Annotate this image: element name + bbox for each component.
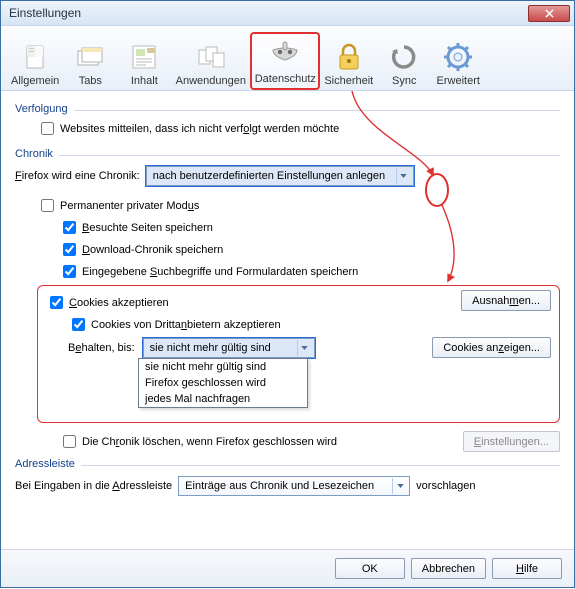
tab-label: Anwendungen xyxy=(176,75,246,87)
visited-pages-checkbox[interactable] xyxy=(63,221,76,234)
chevron-down-icon xyxy=(396,168,411,184)
sync-icon xyxy=(388,41,420,73)
close-icon xyxy=(545,9,554,18)
search-form-label: Eingegebene Suchbegriffe und Formulardat… xyxy=(82,266,358,278)
tab-label: Datenschutz xyxy=(255,73,316,85)
tab-privacy[interactable]: Datenschutz xyxy=(250,32,320,90)
download-history-checkbox[interactable] xyxy=(63,243,76,256)
permanent-private-checkbox[interactable] xyxy=(41,199,54,212)
clear-on-close-label: Die Chronik löschen, wenn Firefox geschl… xyxy=(82,436,337,448)
tab-advanced[interactable]: Erweitert xyxy=(431,32,485,90)
chevron-down-icon xyxy=(297,340,312,356)
exceptions-button[interactable]: Ausnahmen... xyxy=(461,290,551,311)
dnt-checkbox[interactable] xyxy=(41,122,54,135)
keep-option[interactable]: jedes Mal nachfragen xyxy=(139,391,307,407)
chevron-down-icon xyxy=(392,478,407,494)
addressbar-heading: Adressleiste xyxy=(15,458,560,470)
settings-dialog: Einstellungen Allgemein Tabs Inhalt xyxy=(0,0,575,588)
tab-general[interactable]: Allgemein xyxy=(7,32,63,90)
accept-cookies-checkbox[interactable] xyxy=(50,296,63,309)
clear-on-close-checkbox[interactable] xyxy=(63,435,76,448)
chronicle-mode-select[interactable]: nach benutzerdefinierten Einstellungen a… xyxy=(146,166,414,186)
tracking-heading: Verfolgung xyxy=(15,103,560,115)
security-icon xyxy=(333,41,365,73)
tab-content[interactable]: Inhalt xyxy=(117,32,171,90)
window-title: Einstellungen xyxy=(9,6,528,20)
keep-until-select[interactable]: sie nicht mehr gültig sind xyxy=(143,338,315,358)
thirdparty-cookies-checkbox[interactable] xyxy=(72,318,85,331)
keep-until-dropdown: sie nicht mehr gültig sind Firefox gesch… xyxy=(138,358,308,408)
keep-option[interactable]: sie nicht mehr gültig sind xyxy=(139,359,307,375)
thirdparty-cookies-label: Cookies von Drittanbietern akzeptieren xyxy=(91,319,281,331)
addressbar-suffix: vorschlagen xyxy=(416,480,475,492)
chronicle-mode-label: Firefox wird eine Chronik: xyxy=(15,170,140,182)
privacy-icon xyxy=(269,39,301,71)
tab-label: Tabs xyxy=(79,75,102,87)
cookies-section: Cookies akzeptieren Cookies von Drittanb… xyxy=(37,285,560,423)
addressbar-group: Adressleiste Bei Eingaben in die Adressl… xyxy=(15,458,560,496)
content-icon xyxy=(128,41,160,73)
advanced-icon xyxy=(442,41,474,73)
keep-until-label: Behalten, bis: xyxy=(68,342,135,354)
tab-label: Sicherheit xyxy=(324,75,373,87)
addressbar-select[interactable]: Einträge aus Chronik und Lesezeichen xyxy=(178,476,410,496)
cancel-button[interactable]: Abbrechen xyxy=(411,558,486,579)
tabs-icon xyxy=(74,41,106,73)
tab-label: Allgemein xyxy=(11,75,59,87)
tab-label: Inhalt xyxy=(131,75,158,87)
tab-label: Erweitert xyxy=(437,75,480,87)
addressbar-select-value: Einträge aus Chronik und Lesezeichen xyxy=(185,480,378,492)
chronicle-mode-value: nach benutzerdefinierten Einstellungen a… xyxy=(153,170,389,182)
tab-sync[interactable]: Sync xyxy=(377,32,431,90)
general-icon xyxy=(19,41,51,73)
keep-option[interactable]: Firefox geschlossen wird xyxy=(139,375,307,391)
show-cookies-button[interactable]: Cookies anzeigen... xyxy=(432,337,551,358)
chronicle-group: Chronik Firefox wird eine Chronik: nach … xyxy=(15,148,560,452)
clear-settings-button[interactable]: Einstellungen... xyxy=(463,431,560,452)
ok-button[interactable]: OK xyxy=(335,558,405,579)
toolbar: Allgemein Tabs Inhalt Anwendungen Datens… xyxy=(1,26,574,91)
dialog-footer: OK Abbrechen Hilfe xyxy=(1,549,574,587)
visited-pages-label: Besuchte Seiten speichern xyxy=(82,222,213,234)
chronicle-heading: Chronik xyxy=(15,148,560,160)
accept-cookies-label: Cookies akzeptieren xyxy=(69,297,169,309)
titlebar: Einstellungen xyxy=(1,1,574,26)
download-history-label: Download-Chronik speichern xyxy=(82,244,223,256)
search-form-checkbox[interactable] xyxy=(63,265,76,278)
keep-until-value: sie nicht mehr gültig sind xyxy=(150,342,275,354)
close-button[interactable] xyxy=(528,5,570,22)
tracking-group: Verfolgung Websites mitteilen, dass ich … xyxy=(15,103,560,138)
dnt-label: Websites mitteilen, dass ich nicht verfo… xyxy=(60,123,339,135)
addressbar-label: Bei Eingaben in die Adressleiste xyxy=(15,480,172,492)
permanent-private-label: Permanenter privater Modus xyxy=(60,200,199,212)
content-pane: Verfolgung Websites mitteilen, dass ich … xyxy=(1,91,574,549)
tab-security[interactable]: Sicherheit xyxy=(320,32,377,90)
apps-icon xyxy=(195,41,227,73)
tab-label: Sync xyxy=(392,75,416,87)
tab-applications[interactable]: Anwendungen xyxy=(171,32,250,90)
help-button[interactable]: Hilfe xyxy=(492,558,562,579)
tab-tabs[interactable]: Tabs xyxy=(63,32,117,90)
